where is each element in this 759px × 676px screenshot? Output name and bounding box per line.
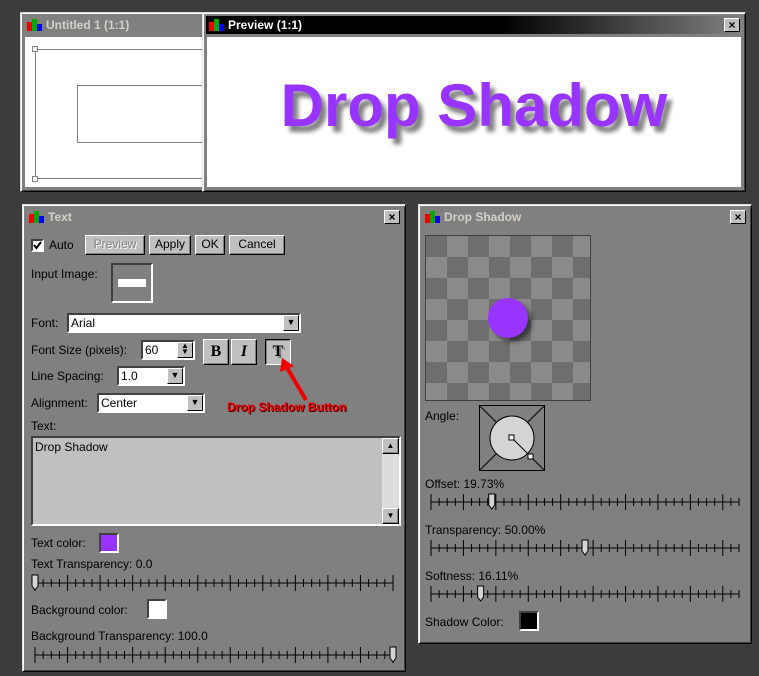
- untitled-canvas[interactable]: [25, 37, 227, 187]
- untitled-window[interactable]: Untitled 1 (1:1): [20, 12, 227, 192]
- drop-shadow-titlebar[interactable]: Drop Shadow ×: [422, 208, 748, 226]
- close-icon[interactable]: ×: [384, 210, 400, 224]
- font-select[interactable]: Arial ▼: [67, 313, 301, 333]
- preview-window[interactable]: Preview (1:1) × Drop Shadow Drop Shadow: [202, 12, 746, 192]
- auto-label: Auto: [49, 238, 74, 252]
- bold-button[interactable]: B: [203, 339, 229, 365]
- alignment-select[interactable]: Center ▼: [97, 393, 205, 413]
- line-spacing-select[interactable]: 1.0 ▼: [117, 366, 185, 386]
- input-image-label: Input Image:: [31, 267, 98, 281]
- angle-label: Angle:: [425, 409, 460, 423]
- softness-slider[interactable]: [427, 584, 743, 604]
- line-spacing-value: 1.0: [121, 369, 138, 383]
- chevron-down-icon[interactable]: ▼: [283, 315, 299, 331]
- canvas-handle-bl[interactable]: [32, 176, 38, 182]
- softness-label: Softness: 16.11%: [425, 569, 519, 583]
- text-title: Text: [48, 210, 72, 224]
- preview-button[interactable]: Preview: [85, 235, 145, 255]
- font-value: Arial: [71, 316, 96, 330]
- font-size-field[interactable]: 60 ▲ ▼: [141, 340, 195, 360]
- transparency-label: Transparency: 50.00%: [425, 523, 546, 537]
- text-color-swatch[interactable]: [99, 533, 119, 553]
- chevron-down-icon[interactable]: ▼: [167, 368, 183, 384]
- background-transparency-slider[interactable]: [31, 645, 397, 665]
- text-transparency-slider[interactable]: [31, 573, 397, 593]
- preview-banner-text: Drop Shadow: [280, 72, 668, 139]
- apply-button[interactable]: Apply: [149, 235, 191, 255]
- line-spacing-label: Line Spacing:: [31, 369, 104, 383]
- drop-shadow-window[interactable]: Drop Shadow × Angle: Offset: 19.73% Tran…: [418, 204, 752, 644]
- alignment-value: Center: [101, 396, 138, 410]
- background-color-label: Background color:: [31, 603, 128, 617]
- slider-thumb[interactable]: [31, 574, 39, 591]
- input-image-thumbnail[interactable]: [111, 263, 153, 303]
- app-icon: [27, 18, 43, 32]
- slider-thumb[interactable]: [389, 646, 397, 663]
- angle-dial[interactable]: [479, 405, 545, 471]
- text-scrollbar[interactable]: ▲ ▼: [382, 438, 399, 524]
- text-input-value: Drop Shadow: [35, 440, 108, 454]
- font-size-value: 60: [145, 343, 159, 357]
- angle-dial-graphic: [480, 406, 544, 470]
- offset-label: Offset: 19.73%: [425, 477, 505, 491]
- text-color-label: Text color:: [31, 536, 86, 550]
- chevron-down-icon[interactable]: ▼: [187, 395, 203, 411]
- scroll-down-icon[interactable]: ▼: [382, 508, 399, 524]
- untitled-titlebar[interactable]: Untitled 1 (1:1): [24, 16, 216, 34]
- preview-titlebar[interactable]: Preview (1:1) ×: [206, 16, 742, 34]
- checkmark-icon: [33, 241, 42, 250]
- shadow-preview: [425, 235, 591, 401]
- spinner-icon[interactable]: ▲ ▼: [177, 342, 193, 358]
- app-icon: [29, 210, 45, 224]
- ok-button[interactable]: OK: [195, 235, 225, 255]
- shadow-ball: [488, 298, 528, 338]
- shadow-color-swatch[interactable]: [519, 611, 539, 631]
- text-area-label: Text:: [31, 419, 57, 433]
- close-icon[interactable]: ×: [730, 210, 746, 224]
- alignment-label: Alignment:: [31, 396, 88, 410]
- app-icon: [425, 210, 441, 224]
- cancel-button[interactable]: Cancel: [229, 235, 285, 255]
- background-transparency-label: Background Transparency: 100.0: [31, 629, 208, 643]
- background-color-swatch[interactable]: [147, 599, 167, 619]
- canvas-handle-tl[interactable]: [32, 46, 38, 52]
- app-icon: [209, 18, 225, 32]
- untitled-title: Untitled 1 (1:1): [46, 18, 130, 32]
- shadow-color-label: Shadow Color:: [425, 615, 504, 629]
- font-label: Font:: [31, 316, 59, 330]
- close-icon[interactable]: ×: [724, 18, 740, 32]
- slider-thumb[interactable]: [488, 493, 496, 510]
- slider-thumb[interactable]: [477, 585, 485, 602]
- drop-shadow-annotation: Drop Shadow Button: [227, 400, 347, 414]
- italic-button[interactable]: I: [231, 339, 257, 365]
- scroll-up-icon[interactable]: ▲: [382, 438, 399, 454]
- text-transparency-label: Text Transparency: 0.0: [31, 557, 153, 571]
- drop-shadow-title: Drop Shadow: [444, 210, 522, 224]
- auto-checkbox[interactable]: [31, 239, 44, 252]
- thumbnail-bar: [118, 279, 146, 287]
- text-input-area[interactable]: Drop Shadow ▲ ▼: [31, 436, 401, 526]
- font-size-label: Font Size (pixels):: [31, 343, 128, 357]
- preview-title: Preview (1:1): [228, 18, 303, 32]
- slider-thumb[interactable]: [581, 539, 589, 556]
- transparency-slider[interactable]: [427, 538, 743, 558]
- offset-slider[interactable]: [427, 492, 743, 512]
- preview-canvas: Drop Shadow Drop Shadow: [207, 37, 741, 187]
- text-window[interactable]: Text × Auto Preview Apply OK Cancel Inpu…: [22, 204, 406, 672]
- text-titlebar[interactable]: Text ×: [26, 208, 402, 226]
